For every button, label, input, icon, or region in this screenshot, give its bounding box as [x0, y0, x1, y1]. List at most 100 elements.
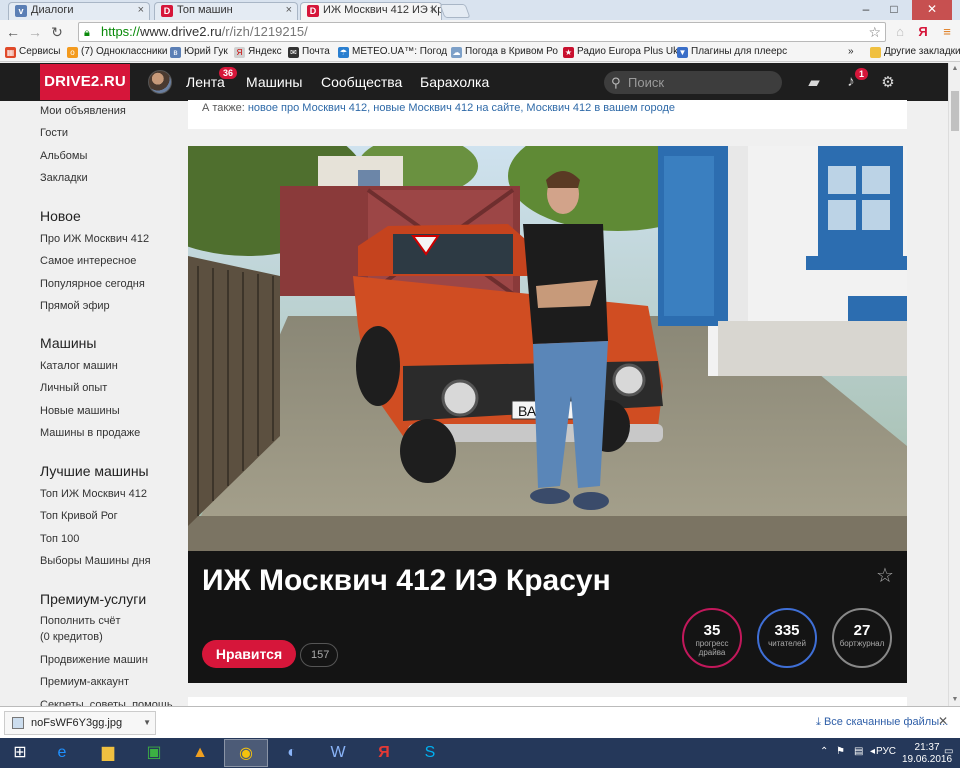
credits-balance: (0 кредитов): [40, 631, 103, 643]
word-icon[interactable]: W: [316, 739, 360, 767]
address-bar[interactable]: 🔒︎ https://www.drive2.ru/r/izh/1219215/ …: [78, 22, 886, 42]
nav-barakholka[interactable]: Барахолка: [420, 74, 489, 90]
store-icon[interactable]: ▣: [132, 739, 176, 767]
sidebar-link[interactable]: Машины в продаже: [40, 427, 140, 439]
related-link-list[interactable]: новое про Москвич 412, новые Москвич 412…: [248, 102, 675, 114]
tab-izh-moskvich[interactable]: D ИЖ Москвич 412 ИЭ Кра ×: [300, 2, 442, 21]
scrollbar-thumb[interactable]: [951, 91, 959, 131]
nav-soobshchestva[interactable]: Сообщества: [321, 74, 402, 90]
bookmark-item[interactable]: ☁ Погода в Кривом Ро: [451, 46, 558, 58]
sidebar-link[interactable]: Личный опыт: [40, 382, 107, 394]
download-filename: noFsWF6Y3gg.jpg: [31, 717, 123, 729]
sidebar-link[interactable]: Пополнить счёт: [40, 615, 121, 627]
bookmark-item[interactable]: ▼ Плагины для плеерс: [677, 46, 787, 58]
avatar[interactable]: [148, 70, 172, 94]
download-bar: noFsWF6Y3gg.jpg ▼ ⤓ Все скачанные файлы.…: [0, 706, 960, 738]
stat-logbook[interactable]: 27 бортжурнал: [832, 608, 892, 668]
bookmarks-more-button[interactable]: »: [848, 46, 854, 57]
close-window-button[interactable]: ✕: [912, 0, 952, 20]
car-photo[interactable]: ВА: [188, 146, 907, 551]
minimize-button[interactable]: –: [852, 0, 880, 20]
favorite-star-icon[interactable]: ☆: [876, 563, 894, 588]
sidebar-link[interactable]: Каталог машин: [40, 360, 118, 372]
menu-icon[interactable]: ≡: [938, 23, 956, 41]
back-button[interactable]: ←: [4, 23, 22, 41]
download-item[interactable]: noFsWF6Y3gg.jpg ▼: [4, 711, 156, 735]
sidebar-link-bookmarks[interactable]: Закладки: [40, 172, 88, 184]
nav-lenta[interactable]: Лента: [186, 74, 225, 90]
close-download-bar-icon[interactable]: ✕: [938, 714, 948, 728]
new-tab-button[interactable]: [439, 4, 471, 18]
flag-icon[interactable]: ⚑: [836, 746, 845, 757]
bookmark-star-icon[interactable]: ☆: [868, 23, 881, 41]
stat-value: 27: [853, 622, 871, 639]
tab-close-icon[interactable]: ×: [430, 4, 436, 16]
sidebar-link[interactable]: Про ИЖ Москвич 412: [40, 233, 149, 245]
sidebar-link[interactable]: Выборы Машины дня: [40, 555, 151, 567]
scroll-down-arrow-icon[interactable]: ▼: [949, 694, 960, 706]
sidebar-link[interactable]: Премиум-аккаунт: [40, 676, 129, 688]
all-downloads-link[interactable]: ⤓ Все скачанные файлы...: [816, 716, 948, 729]
search-placeholder: Поиск: [628, 75, 665, 90]
bookmark-label: METEO.UA™: Погод: [352, 46, 448, 57]
volume-icon[interactable]: ◂: [870, 746, 875, 757]
sidebar-link[interactable]: Топ Кривой Рог: [40, 510, 118, 522]
sidebar-link[interactable]: Прямой эфир: [40, 300, 110, 312]
feed-count-badge: 36: [219, 67, 238, 79]
bookmark-label: (7) Одноклассники: [81, 46, 168, 57]
tab-dialogi[interactable]: v Диалоги ×: [8, 2, 150, 20]
bookmark-item[interactable]: о (7) Одноклассники: [67, 46, 168, 58]
sidebar-link[interactable]: Продвижение машин: [40, 654, 148, 666]
keyboard-language[interactable]: РУС: [876, 746, 896, 757]
url-scheme: https://: [101, 24, 141, 39]
search-input[interactable]: ⚲ Поиск: [604, 71, 782, 94]
reload-button[interactable]: ↻: [48, 23, 66, 41]
messages-icon[interactable]: ▰: [805, 73, 823, 91]
bookmark-item[interactable]: ☂ METEO.UA™: Погод: [338, 46, 448, 58]
sidebar-link[interactable]: Топ ИЖ Москвич 412: [40, 488, 147, 500]
yandex-browser-icon[interactable]: Я: [362, 739, 406, 767]
stat-readers[interactable]: 335 читателей: [757, 608, 817, 668]
sidebar-link[interactable]: Новые машины: [40, 405, 120, 417]
tab-close-icon[interactable]: ×: [138, 4, 144, 16]
bookmark-item[interactable]: ★ Радио Europa Plus Uk: [563, 46, 678, 58]
bookmark-item[interactable]: Я Яндекс: [234, 46, 282, 58]
bookmark-item[interactable]: в Юрий Гук: [170, 46, 228, 58]
sidebar-link-albums[interactable]: Альбомы: [40, 150, 87, 162]
internet-explorer-icon[interactable]: e: [40, 739, 84, 767]
bookmark-label: Другие закладки: [884, 46, 960, 57]
scroll-up-arrow-icon[interactable]: ▲: [949, 63, 960, 75]
home-icon[interactable]: ⌂: [891, 23, 909, 41]
tab-top-mashin[interactable]: D Топ машин ×: [154, 2, 298, 20]
other-bookmarks[interactable]: Другие закладки: [870, 46, 960, 58]
yandex-icon[interactable]: Я: [914, 23, 932, 41]
forward-button[interactable]: →: [26, 23, 44, 41]
sidebar-link-my-ads[interactable]: Мои объявления: [40, 105, 126, 117]
sidebar-link[interactable]: Топ 100: [40, 533, 79, 545]
maximize-button[interactable]: □: [880, 0, 908, 20]
tray-up-arrow-icon[interactable]: ⌃: [820, 746, 828, 757]
tab-close-icon[interactable]: ×: [286, 4, 292, 16]
speaker-app-icon[interactable]: ◐: [270, 739, 314, 767]
network-icon[interactable]: ▤: [854, 746, 863, 757]
bookmark-item[interactable]: ▦ Сервисы: [5, 46, 60, 58]
sidebar-link[interactable]: Самое интересное: [40, 255, 136, 267]
start-button[interactable]: ⊞: [0, 739, 40, 767]
notifications-icon[interactable]: ▭: [944, 746, 953, 757]
nav-mashiny[interactable]: Машины: [246, 74, 302, 90]
sidebar-link-guests[interactable]: Гости: [40, 127, 68, 139]
sidebar-section-title: Новое: [40, 208, 81, 224]
stat-drive-progress[interactable]: 35 прогресс драйва: [682, 608, 742, 668]
like-button[interactable]: Нравится: [202, 640, 296, 668]
aimp-icon[interactable]: ▲: [178, 739, 222, 767]
chevron-down-icon[interactable]: ▼: [143, 712, 151, 734]
stat-value: 335: [774, 622, 800, 639]
settings-gear-icon[interactable]: ⚙: [879, 73, 897, 91]
page-scrollbar[interactable]: ▲ ▼: [948, 63, 960, 706]
bookmark-item[interactable]: ✉ Почта: [288, 46, 330, 58]
skype-icon[interactable]: S: [408, 739, 452, 767]
file-explorer-icon[interactable]: ▆: [86, 739, 130, 767]
chrome-icon[interactable]: ◉: [224, 739, 268, 767]
sidebar-link[interactable]: Популярное сегодня: [40, 278, 145, 290]
site-logo[interactable]: DRIVE2.RU: [40, 64, 130, 100]
